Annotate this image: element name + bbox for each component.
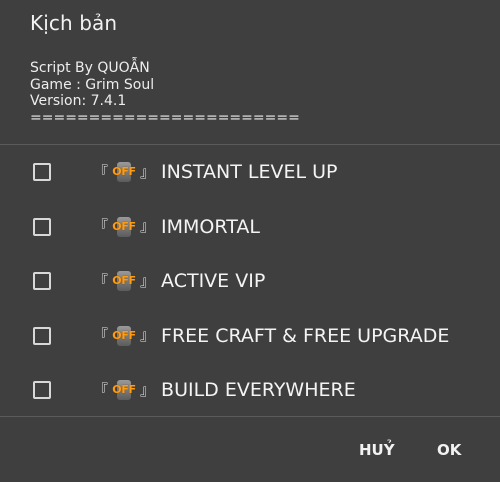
dialog-title: Kịch bản: [30, 11, 118, 35]
description-line: Version: 7.4.1: [30, 93, 127, 109]
description-line: Game : Grim Soul: [30, 76, 155, 93]
checkbox[interactable]: [33, 272, 51, 291]
bracket-close: 』: [140, 380, 156, 399]
off-switch-icon: OFF: [112, 379, 136, 401]
bracket-close: 』: [140, 271, 156, 290]
off-switch-icon: OFF: [112, 270, 136, 292]
option-text: ACTIVE VIP: [161, 270, 266, 293]
checkbox[interactable]: [33, 381, 51, 400]
divider: [0, 416, 500, 417]
off-switch-icon: OFF: [112, 216, 136, 238]
bracket-open: 『: [93, 326, 109, 345]
script-description: Script By QUOẪN Game : Grim Soul Version…: [30, 60, 300, 126]
bracket-close: 』: [140, 326, 156, 345]
off-switch-icon: OFF: [112, 161, 136, 183]
bracket-open: 『: [93, 271, 109, 290]
option-item-build-everywhere[interactable]: 『 OFF 』 BUILD EVERYWHERE: [0, 363, 500, 418]
option-label: 『 OFF 』 INSTANT LEVEL UP: [93, 161, 337, 183]
ok-button[interactable]: OK: [437, 441, 461, 459]
bracket-close: 』: [140, 217, 156, 236]
description-line: =======================: [30, 109, 300, 126]
checkbox[interactable]: [33, 326, 51, 345]
option-item-instant-level-up[interactable]: 『 OFF 』 INSTANT LEVEL UP: [0, 145, 500, 200]
option-text: INSTANT LEVEL UP: [161, 161, 338, 184]
checkbox[interactable]: [33, 217, 51, 236]
option-label: 『 OFF 』 IMMORTAL: [93, 216, 260, 238]
option-text: FREE CRAFT & FREE UPGRADE: [161, 324, 450, 347]
option-item-free-craft[interactable]: 『 OFF 』 FREE CRAFT & FREE UPGRADE: [0, 309, 500, 364]
option-text: BUILD EVERYWHERE: [161, 379, 356, 402]
option-text: IMMORTAL: [161, 215, 260, 238]
off-switch-icon: OFF: [112, 325, 136, 347]
description-line: Script By QUOẪN: [30, 60, 150, 76]
bracket-close: 』: [140, 162, 156, 181]
option-label: 『 OFF 』 BUILD EVERYWHERE: [93, 379, 356, 401]
cancel-button[interactable]: HUỶ: [359, 441, 395, 459]
bracket-open: 『: [93, 217, 109, 236]
option-list: 『 OFF 』 INSTANT LEVEL UP 『 OFF 』 IMMORTA…: [0, 145, 500, 418]
option-item-active-vip[interactable]: 『 OFF 』 ACTIVE VIP: [0, 254, 500, 309]
bracket-open: 『: [93, 380, 109, 399]
option-label: 『 OFF 』 FREE CRAFT & FREE UPGRADE: [93, 325, 449, 347]
bracket-open: 『: [93, 162, 109, 181]
dialog-buttons: HUỶ OK: [0, 441, 500, 461]
script-dialog: Kịch bản Script By QUOẪN Game : Grim Sou…: [0, 0, 500, 482]
option-label: 『 OFF 』 ACTIVE VIP: [93, 270, 265, 292]
checkbox[interactable]: [33, 163, 51, 182]
option-item-immortal[interactable]: 『 OFF 』 IMMORTAL: [0, 200, 500, 255]
